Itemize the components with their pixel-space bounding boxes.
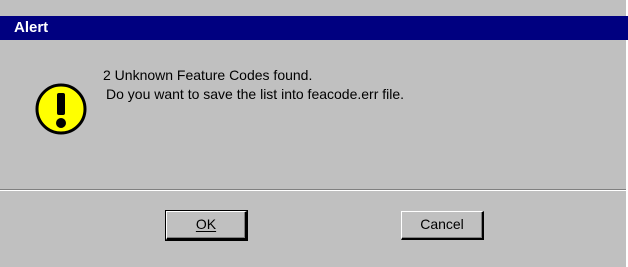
exclamation-icon xyxy=(33,81,89,137)
dialog-title: Alert xyxy=(14,19,49,36)
ok-button-label: OK xyxy=(195,216,217,232)
message-line-1: 2 Unknown Feature Codes found. xyxy=(103,67,313,83)
separator xyxy=(0,189,626,191)
message-line-2: Do you want to save the list into feacod… xyxy=(106,86,405,102)
title-bar[interactable]: Alert xyxy=(0,16,628,40)
message-area: 2 Unknown Feature Codes found. Do you wa… xyxy=(0,40,626,190)
button-area: OK Cancel xyxy=(0,192,626,267)
ok-button[interactable]: OK xyxy=(165,210,248,241)
alert-dialog: Alert 2 Unknown Feature Codes found. Do … xyxy=(0,0,628,267)
cancel-button-label: Cancel xyxy=(420,216,464,232)
cancel-button[interactable]: Cancel xyxy=(401,211,484,240)
